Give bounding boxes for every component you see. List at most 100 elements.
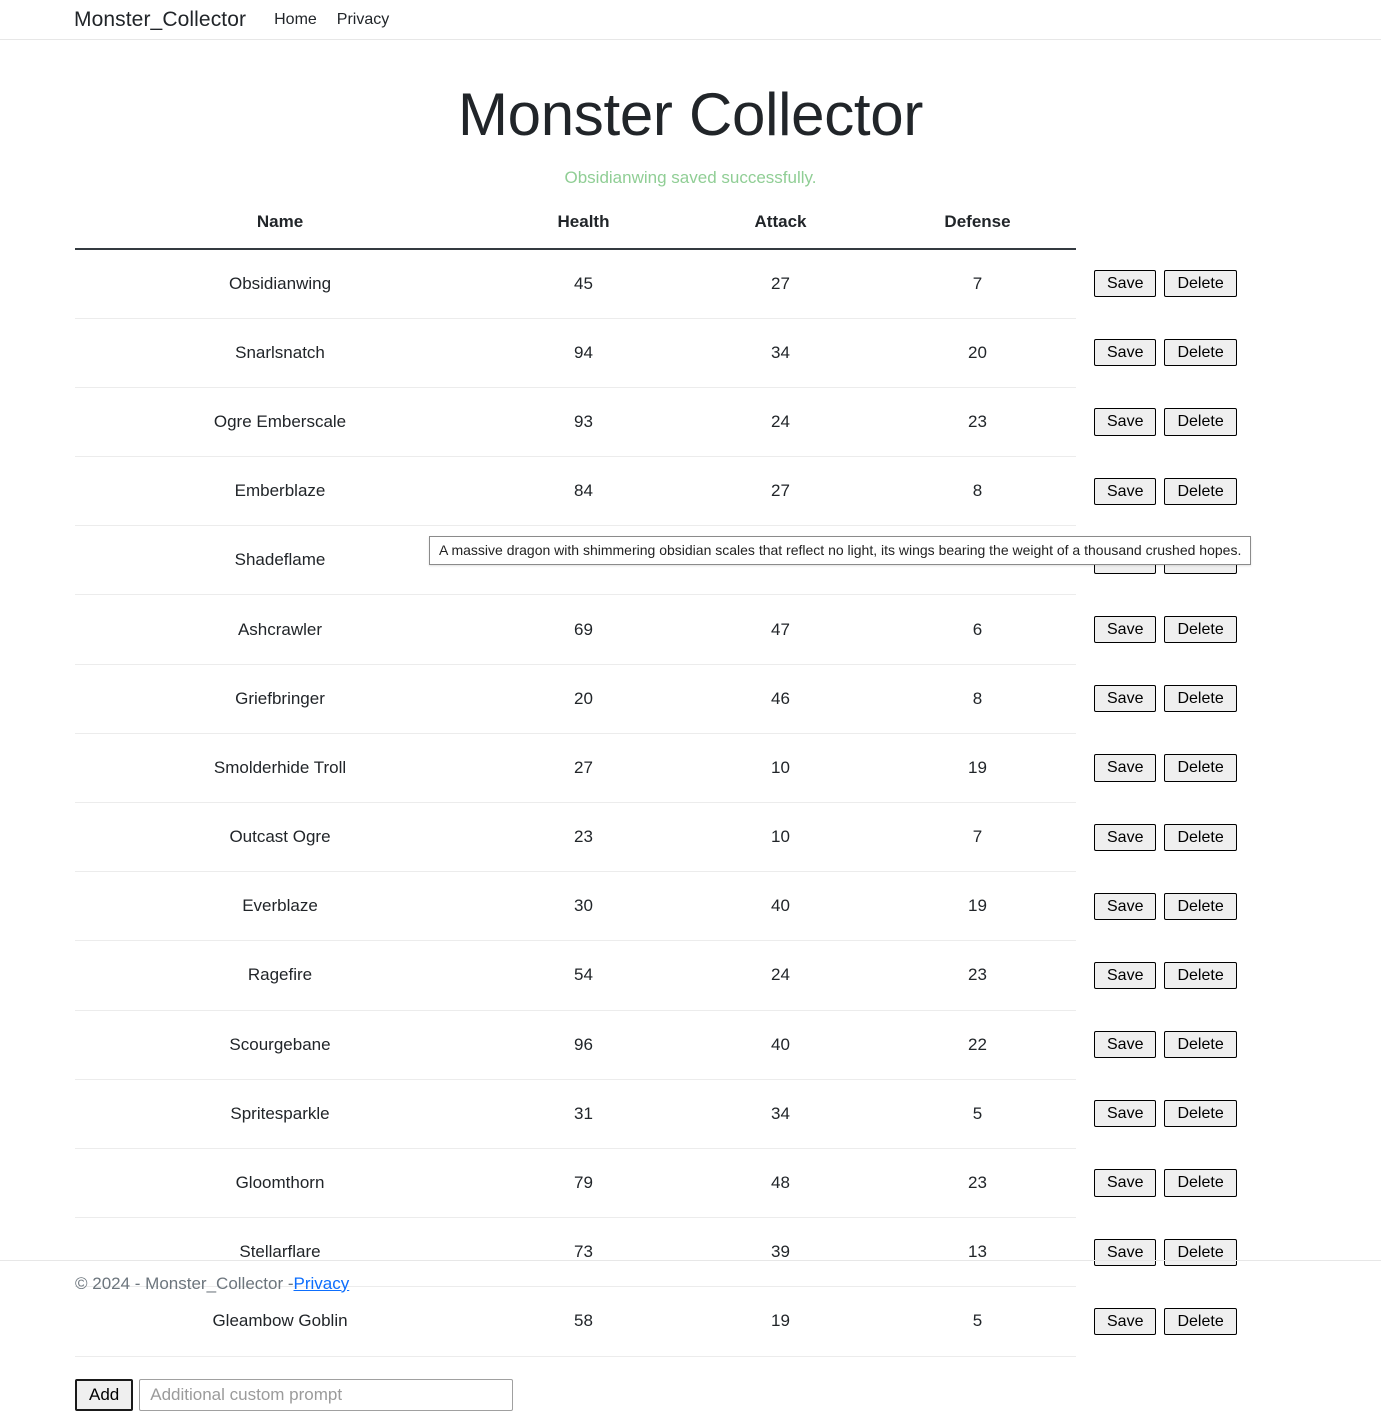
monster-health-cell: 94 — [485, 318, 682, 388]
delete-button[interactable]: Delete — [1164, 408, 1237, 436]
monster-attack-cell: 10 — [682, 802, 879, 873]
nav-link-privacy[interactable]: Privacy — [337, 11, 389, 29]
custom-prompt-input[interactable] — [139, 1378, 514, 1411]
delete-button[interactable]: Delete — [1164, 823, 1237, 851]
delete-button[interactable]: Delete — [1164, 754, 1237, 782]
column-header-health: Health — [485, 212, 682, 250]
table-row: Spritesparkle 31 34 5 Save Delete — [75, 1079, 1381, 1149]
table-header-row: Name Health Attack Defense — [75, 212, 1381, 250]
monster-attack-cell: 27 — [682, 249, 879, 319]
monster-defense-cell: 5 — [879, 1079, 1076, 1149]
monster-defense-cell: 23 — [879, 940, 1076, 1011]
monster-health-cell: 30 — [485, 871, 682, 942]
main-content: Monster Collector Obsidianwing saved suc… — [0, 82, 1381, 1411]
row-actions-cell: SaveDelete — [1076, 457, 1381, 526]
save-button[interactable]: Save — [1094, 1169, 1157, 1197]
nav-link-home[interactable]: Home — [274, 11, 317, 29]
add-button[interactable]: Add — [75, 1378, 134, 1411]
row-actions-cell: SaveDelete — [1076, 1010, 1381, 1079]
row-actions-cell: SaveDelete — [1076, 1079, 1381, 1148]
monster-health-cell: 84 — [485, 456, 682, 527]
save-button[interactable]: Save — [1094, 823, 1157, 851]
row-actions-cell: SaveDelete — [1076, 733, 1381, 802]
monster-attack-cell: 46 — [682, 664, 879, 734]
delete-button[interactable]: Delete — [1164, 1031, 1237, 1059]
delete-button[interactable]: Delete — [1164, 477, 1237, 505]
monster-name-cell: Snarlsnatch — [75, 318, 485, 388]
monster-attack-cell: 34 — [682, 1079, 879, 1149]
monster-health-cell: 20 — [485, 664, 682, 734]
table-row: Smolderhide Troll 27 10 19 Save Delete — [75, 733, 1381, 804]
row-actions-cell: SaveDelete — [1076, 803, 1381, 872]
row-actions-cell: SaveDelete — [1076, 249, 1381, 318]
row-actions-cell: SaveDelete — [1076, 941, 1381, 1010]
monster-defense-cell: 20 — [879, 318, 1076, 388]
save-button[interactable]: Save — [1094, 339, 1157, 367]
save-button[interactable]: Save — [1094, 961, 1157, 990]
monster-defense-cell: 19 — [879, 871, 1076, 942]
save-button[interactable]: Save — [1094, 1100, 1157, 1128]
monster-defense-cell: 23 — [879, 1148, 1076, 1219]
monster-health-cell: 23 — [485, 802, 682, 873]
monster-health-cell: 93 — [485, 387, 682, 458]
save-button[interactable]: Save — [1094, 270, 1157, 298]
monster-health-cell: 31 — [485, 1079, 682, 1149]
navbar-brand[interactable]: Monster_Collector — [74, 8, 246, 32]
monster-defense-cell: 22 — [879, 1010, 1076, 1080]
delete-button[interactable]: Delete — [1164, 1169, 1237, 1197]
monster-defense-cell: 8 — [879, 456, 1076, 527]
monster-name-cell: Ashcrawler — [75, 594, 485, 665]
column-header-actions — [1076, 212, 1381, 249]
table-row: Gloomthorn 79 48 23 Save Delete — [75, 1148, 1381, 1219]
save-button[interactable]: Save — [1094, 754, 1157, 782]
save-button[interactable]: Save — [1094, 1031, 1157, 1059]
save-button[interactable]: Save — [1094, 892, 1157, 920]
delete-button[interactable]: Delete — [1164, 339, 1237, 367]
monster-attack-cell: 10 — [682, 733, 879, 804]
monster-attack-cell: 40 — [682, 1010, 879, 1080]
save-button[interactable]: Save — [1094, 1307, 1157, 1335]
table-body: Obsidianwing 45 27 7 Save Delete Snarlsnatch 94… — [75, 249, 1381, 1357]
delete-button[interactable]: Delete — [1164, 1307, 1237, 1335]
navbar-links: Home Privacy — [274, 11, 389, 29]
footer-privacy-link[interactable]: Privacy — [294, 1274, 350, 1294]
navbar: Monster_Collector Home Privacy — [0, 0, 1381, 40]
save-button[interactable]: Save — [1094, 477, 1157, 505]
row-actions-cell: SaveDelete — [1076, 318, 1381, 387]
monster-attack-cell: 24 — [682, 387, 879, 458]
monster-description-tooltip: A massive dragon with shimmering obsidia… — [429, 536, 1252, 566]
footer: © 2024 - Monster_Collector - Privacy — [0, 1260, 1381, 1306]
monster-attack-cell: 47 — [682, 594, 879, 665]
save-button[interactable]: Save — [1094, 408, 1157, 436]
monster-defense-cell: 7 — [879, 802, 1076, 873]
row-actions-cell: SaveDelete — [1076, 872, 1381, 941]
table-row: Obsidianwing 45 27 7 Save Delete — [75, 249, 1381, 319]
page-title: Monster Collector — [457, 81, 924, 148]
delete-button[interactable]: Delete — [1164, 685, 1237, 713]
save-button[interactable]: Save — [1094, 685, 1157, 713]
save-button[interactable]: Save — [1094, 615, 1157, 644]
table-head: Name Health Attack Defense — [75, 212, 1381, 250]
monster-name-cell: Griefbringer — [75, 664, 485, 734]
monster-name-cell: Ogre Emberscale — [75, 387, 485, 458]
monster-attack-cell: 24 — [682, 940, 879, 1011]
monster-name-cell: Smolderhide Troll — [75, 733, 485, 804]
delete-button[interactable]: Delete — [1164, 270, 1237, 298]
monster-name-cell: Outcast Ogre — [75, 802, 485, 873]
status-message: Obsidianwing saved successfully. — [564, 168, 817, 187]
delete-button[interactable]: Delete — [1164, 615, 1237, 644]
table-row: Everblaze 30 40 19 Save Delete — [75, 871, 1381, 942]
table-row: Ogre Emberscale 93 24 23 Save Delete — [75, 387, 1381, 458]
monster-defense-cell: 7 — [879, 249, 1076, 319]
monster-attack-cell: 34 — [682, 318, 879, 388]
monster-attack-cell: 27 — [682, 456, 879, 527]
monster-name-cell: Ragefire — [75, 940, 485, 1011]
delete-button[interactable]: Delete — [1164, 892, 1237, 920]
monsters-table-container: Name Health Attack Defense Obsidianwing 4… — [0, 212, 1381, 1357]
column-header-name: Name — [75, 212, 485, 250]
delete-button[interactable]: Delete — [1164, 1100, 1237, 1128]
delete-button[interactable]: Delete — [1164, 961, 1237, 990]
monster-defense-cell: 8 — [879, 664, 1076, 734]
monster-name-cell: Spritesparkle — [75, 1079, 485, 1149]
monster-health-cell: 69 — [485, 594, 682, 665]
